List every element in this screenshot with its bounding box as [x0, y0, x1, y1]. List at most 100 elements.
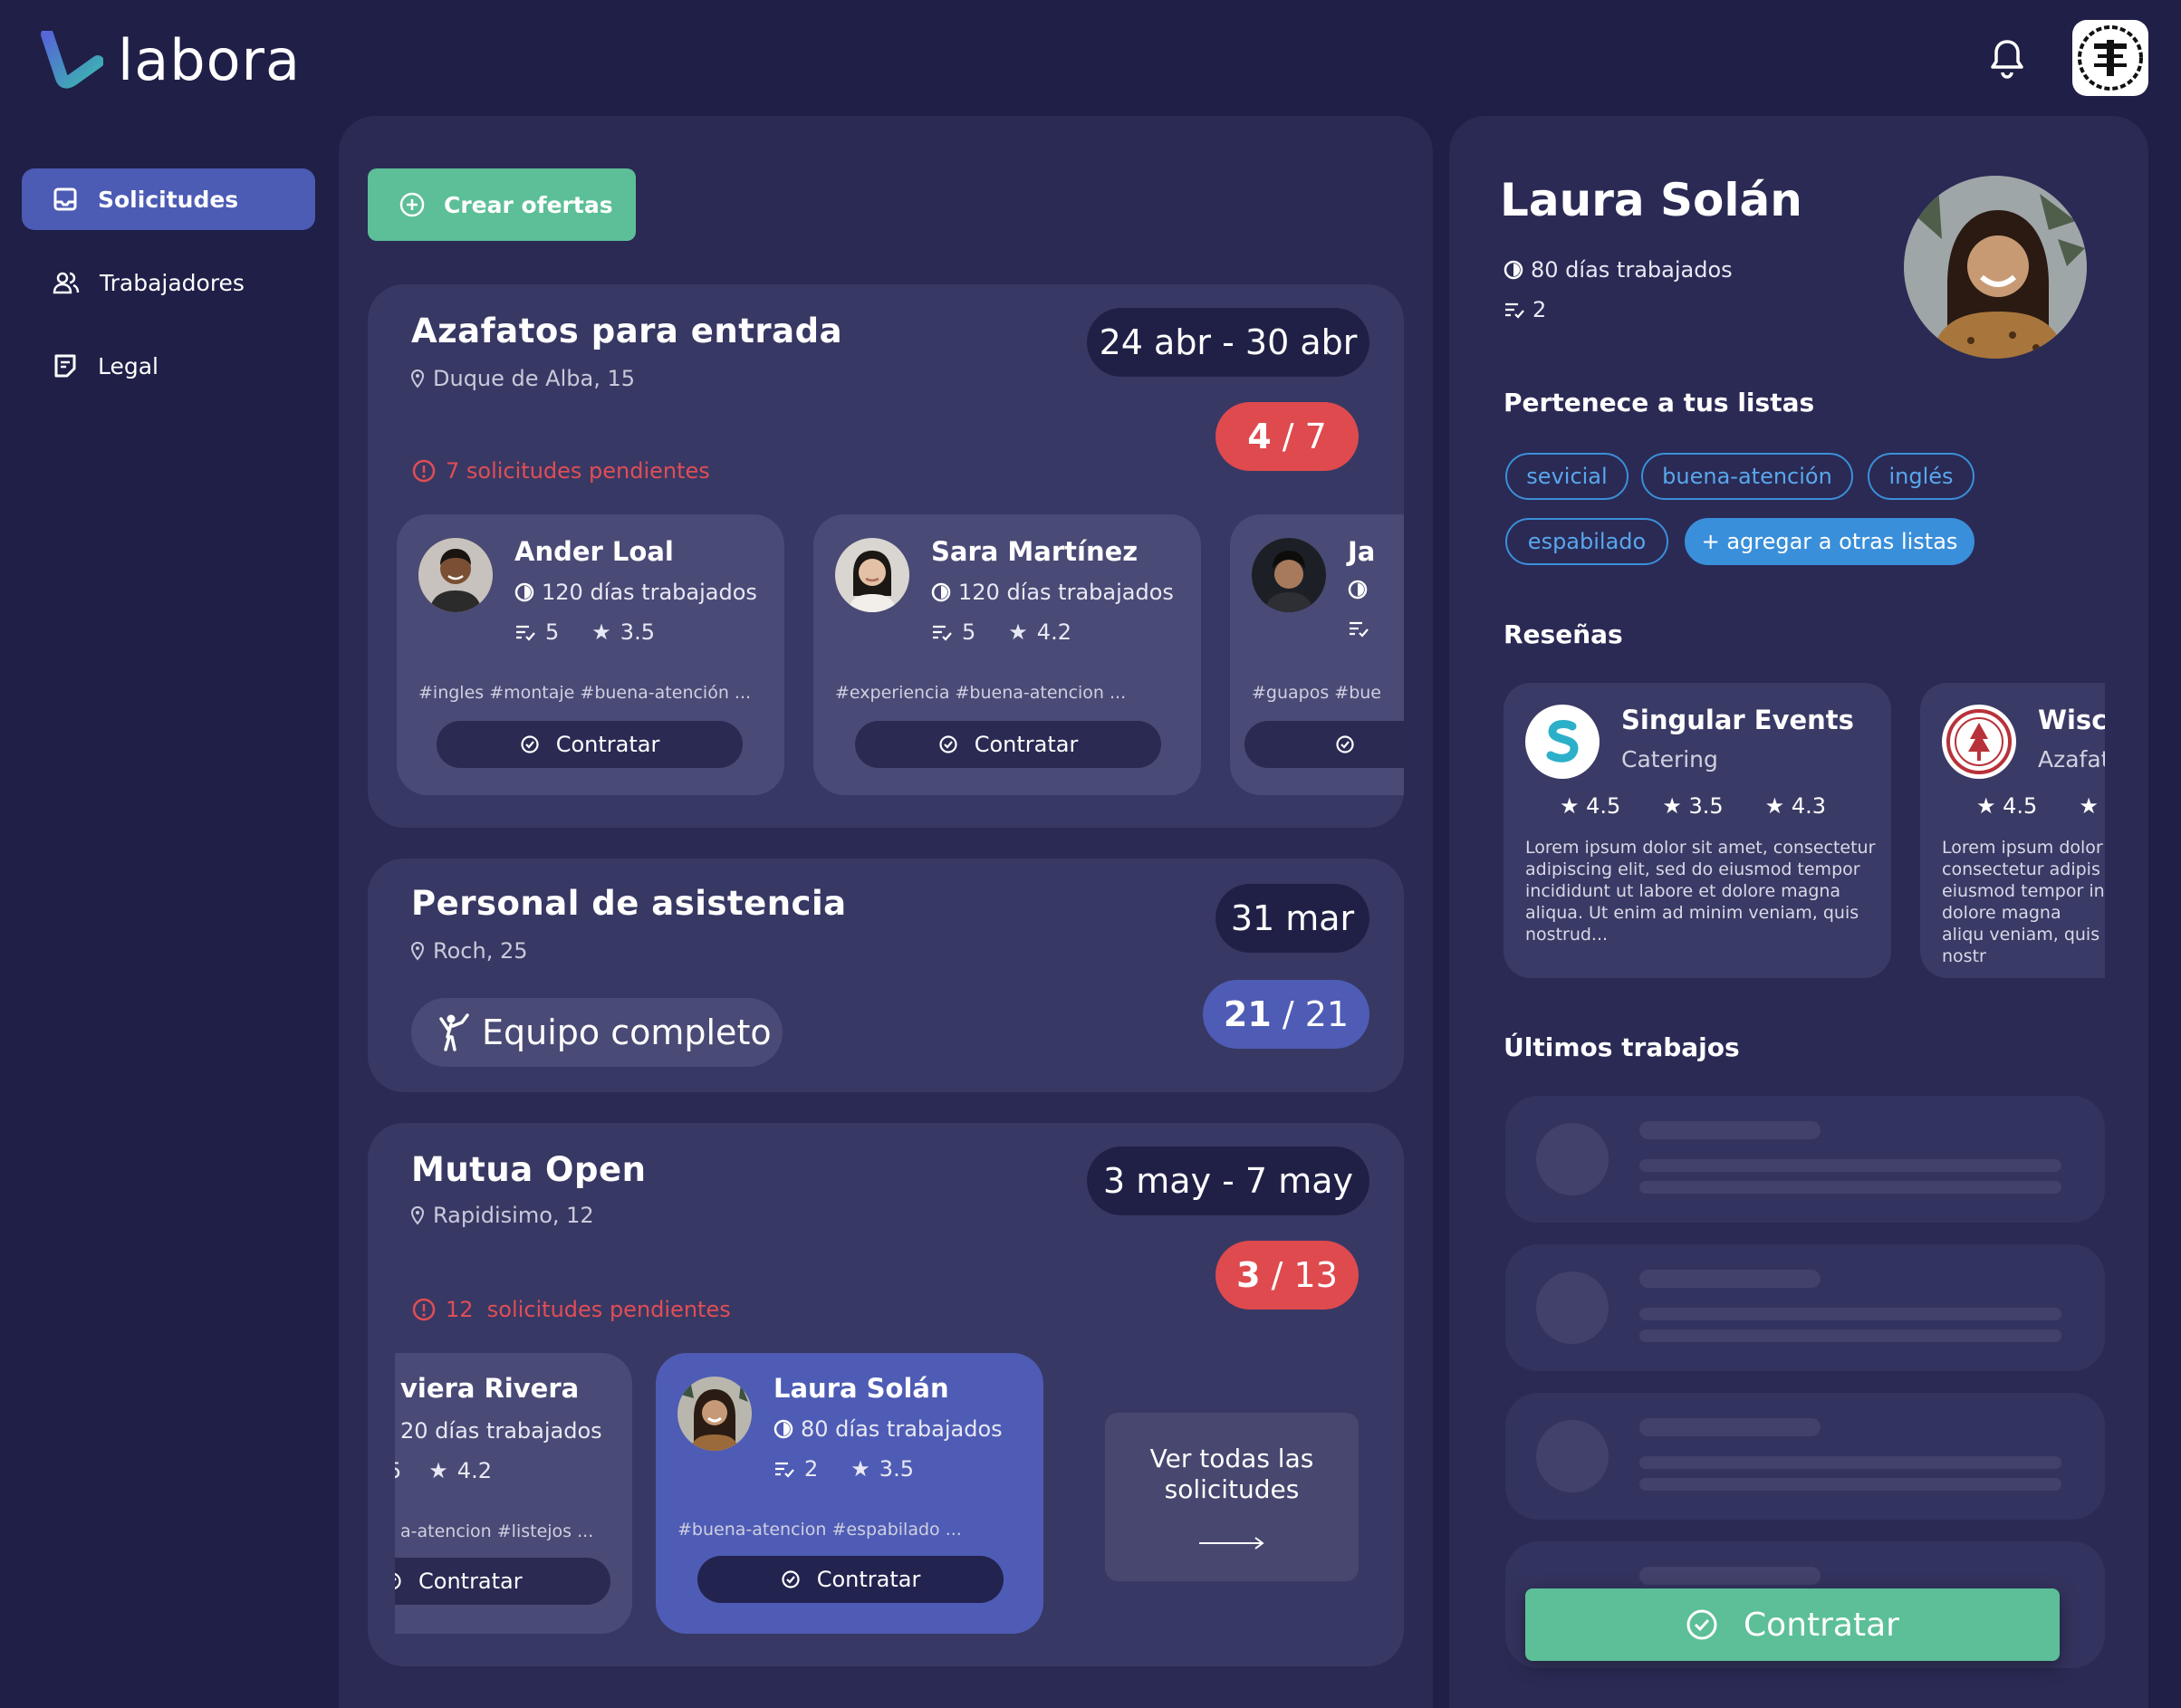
list-check-icon	[1350, 621, 1369, 638]
sidebar-item-label: Trabajadores	[100, 269, 245, 296]
notifications-bell-icon[interactable]	[1989, 38, 2025, 80]
arrow-right-icon	[1199, 1537, 1264, 1550]
worker-tags: #experiencia #buena-atencion ...	[835, 683, 1127, 703]
list-chip[interactable]: buena-atención	[1641, 453, 1853, 500]
worker-card[interactable]: Sara Martínez 120 días trabajados 5 ★ 4.…	[813, 514, 1201, 795]
worker-tags: #buena-atencion #espabilado ...	[677, 1520, 962, 1540]
pending-requests-alert: 7 solicitudes pendientes	[411, 458, 710, 484]
list-check-icon	[1505, 302, 1524, 319]
request-title: Azafatos para entrada	[411, 312, 843, 350]
date-pill: 31 mar	[1215, 884, 1369, 953]
hire-button[interactable]: Contratar	[697, 1556, 1004, 1603]
review-card[interactable]: Singular Events Catering ★ 4.5 ★ 3.5 ★ 4…	[1504, 683, 1891, 978]
review-ratings: ★ 4.5 ★ 3.5 ★ 4.3	[1560, 793, 1826, 819]
avatar	[835, 538, 909, 612]
worker-days	[1348, 580, 1368, 600]
plus-circle-icon	[399, 192, 425, 217]
avatar	[418, 538, 493, 612]
worker-tags: #ingles #montaje #buena-atención ...	[418, 683, 752, 703]
request-card[interactable]: Personal de asistencia Roch, 25 31 mar 2…	[368, 859, 1404, 1092]
reviews-section-title: Reseñas	[1504, 619, 1623, 649]
hire-button[interactable]: Contratar	[395, 1558, 610, 1605]
logo-mark-icon	[41, 30, 103, 89]
alert-circle-icon	[412, 1298, 436, 1321]
worker-tags: a-atencion #listejos ...	[400, 1521, 594, 1541]
see-all-requests-button[interactable]: Ver todas las solicitudes	[1105, 1413, 1359, 1581]
worker-days: 80 días trabajados	[773, 1416, 1003, 1442]
rating-item: ★ 3.5	[1662, 793, 1724, 819]
clock-icon	[514, 582, 534, 602]
rating-item: ★ 4.5	[1976, 793, 2038, 819]
worker-scroll-area: viera Rivera 20 días trabajados 5 ★ 4.2 …	[395, 1353, 632, 1643]
star-icon: ★	[1560, 793, 1580, 819]
clock-icon	[931, 582, 951, 602]
list-check-icon	[933, 625, 952, 641]
worker-stats: 2 ★ 3.5	[773, 1456, 914, 1482]
star-icon: ★	[1976, 793, 1996, 819]
company-avatar[interactable]	[2072, 20, 2148, 96]
worker-card[interactable]: viera Rivera 20 días trabajados 5 ★ 4.2 …	[395, 1353, 632, 1634]
list-check-icon	[516, 625, 535, 641]
date-range-pill: 3 may - 7 may	[1087, 1147, 1369, 1215]
request-title: Mutua Open	[411, 1150, 647, 1189]
worker-tags: #guapos #bue	[1252, 683, 1382, 703]
star-icon: ★	[850, 1456, 870, 1482]
worker-stats: 5 ★ 4.2	[395, 1458, 492, 1483]
create-offers-button[interactable]: Crear ofertas	[368, 168, 636, 241]
request-location: Rapidisimo, 12	[409, 1203, 594, 1228]
worker-name: Ja	[1348, 536, 1376, 567]
job-skeleton-item	[1505, 1244, 2105, 1371]
profile-name: Laura Solán	[1500, 174, 1802, 226]
star-icon: ★	[2079, 793, 2099, 819]
worker-card[interactable]: Ander Loal 120 días trabajados 5 ★ 3.5 #…	[397, 514, 784, 795]
sidebar-item-trabajadores[interactable]: Trabajadores	[22, 252, 315, 313]
worker-days: 120 días trabajados	[931, 580, 1174, 605]
sidebar-item-solicitudes[interactable]: Solicitudes	[22, 168, 315, 230]
list-chip[interactable]: sevicial	[1505, 453, 1629, 500]
list-chip[interactable]: espabilado	[1505, 518, 1668, 565]
clock-icon	[1348, 580, 1368, 600]
check-circle-icon	[521, 735, 539, 753]
worker-stats	[1348, 619, 1369, 638]
hire-button[interactable]	[1244, 721, 1404, 768]
check-circle-icon	[1686, 1609, 1717, 1640]
document-icon	[54, 354, 76, 378]
hire-button[interactable]: Contratar	[855, 721, 1161, 768]
sidebar-item-legal[interactable]: Legal	[22, 335, 315, 397]
review-company: Singular Events	[1621, 705, 1854, 735]
alert-circle-icon	[412, 459, 436, 483]
star-icon: ★	[428, 1458, 448, 1483]
request-card[interactable]: Azafatos para entrada Duque de Alba, 15 …	[368, 284, 1404, 828]
request-title: Personal de asistencia	[411, 884, 847, 923]
hire-button[interactable]: Contratar	[437, 721, 743, 768]
recent-jobs-section-title: Últimos trabajos	[1504, 1032, 1740, 1062]
star-icon: ★	[1662, 793, 1682, 819]
review-category: Azafat	[2038, 746, 2105, 772]
worker-name: Laura Solán	[773, 1373, 949, 1404]
avatar	[677, 1377, 752, 1451]
rating-item: ★ 4.3	[1764, 793, 1826, 819]
worker-card-selected[interactable]: Laura Solán 80 días trabajados 2 ★ 3.5 #…	[656, 1353, 1043, 1634]
profile-jobs: 2	[1504, 297, 1546, 322]
worker-days: 20 días trabajados	[400, 1418, 602, 1444]
person-cheering-icon	[439, 1013, 469, 1051]
request-card[interactable]: Mutua Open Rapidisimo, 12 3 may - 7 may …	[368, 1123, 1404, 1666]
app-logo[interactable]: labora	[40, 27, 301, 93]
worker-stats: 5 ★ 4.2	[931, 619, 1071, 645]
company-logo	[1942, 705, 2016, 779]
review-card[interactable]: Wisco Azafat ★ 4.5 ★ Lorem ipsum dolor c…	[1920, 683, 2105, 978]
list-chip[interactable]: inglés	[1868, 453, 1974, 500]
sidebar-item-label: Legal	[98, 352, 159, 379]
hire-profile-button[interactable]: Contratar	[1525, 1588, 2060, 1661]
users-icon	[53, 272, 80, 294]
inbox-icon	[53, 187, 77, 211]
add-to-list-button[interactable]: + agregar a otras listas	[1685, 518, 1974, 565]
check-circle-icon	[395, 1572, 401, 1590]
profile-photo	[1904, 176, 2087, 359]
request-location: Roch, 25	[409, 938, 527, 964]
see-all-label: Ver todas las solicitudes	[1149, 1444, 1314, 1504]
avatar	[1252, 538, 1326, 612]
company-logo	[1525, 705, 1600, 779]
worker-name: viera Rivera	[400, 1373, 580, 1404]
worker-card[interactable]: Ja #guapos #bue	[1230, 514, 1404, 795]
